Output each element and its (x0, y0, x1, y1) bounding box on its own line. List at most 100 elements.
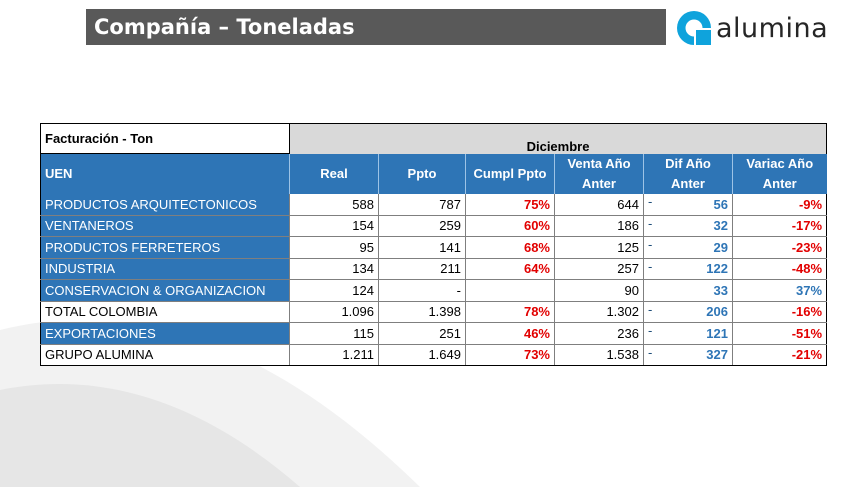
variac-cell: -21% (731, 344, 828, 366)
col-dif-line1: Dif Año (665, 155, 711, 171)
uen-name-cell: INDUSTRIA (40, 258, 290, 280)
col-venta-line1: Venta Año (567, 155, 631, 171)
ppto-cell: 1.398 (378, 301, 466, 323)
dif-value: 32 (713, 218, 728, 234)
uen-name-cell: PRODUCTOS ARQUITECTONICOS (40, 193, 290, 216)
dif-cell: - 29 (643, 236, 733, 259)
col-venta: Venta Año Anter (554, 153, 644, 194)
col-dif-line2: Anter (671, 175, 705, 191)
dif-value: 122 (706, 261, 728, 277)
real-cell: 124 (289, 279, 379, 302)
tonnage-table: Facturación - Ton Diciembre UEN Real Ppt… (40, 123, 828, 366)
variac-cell: -51% (731, 322, 828, 345)
cumpl-cell: 60% (465, 215, 555, 237)
venta-cell: 90 (554, 279, 644, 302)
cumpl-cell (465, 279, 555, 302)
uen-name-cell: GRUPO ALUMINA (40, 344, 290, 366)
page-title: Compañía – Toneladas (86, 9, 666, 45)
venta-cell: 125 (554, 236, 644, 259)
uen-name-cell: TOTAL COLOMBIA (40, 301, 290, 323)
real-cell: 1.096 (289, 301, 379, 323)
real-cell: 95 (289, 236, 379, 259)
dif-value: 33 (713, 282, 728, 298)
real-cell: 134 (289, 258, 379, 280)
ppto-cell: 211 (378, 258, 466, 280)
month-header: Diciembre (289, 123, 828, 154)
col-cumpl: Cumpl Ppto (465, 153, 555, 194)
table-row: PRODUCTOS FERRETEROS 95 141 68% 125- 29 -23% (40, 236, 828, 259)
table-row: CONSERVACION & ORGANIZACION 124- 90 33 37% (40, 279, 828, 302)
dif-cell: - 56 (643, 193, 733, 216)
variac-cell: -16% (731, 301, 828, 323)
venta-cell: 644 (554, 193, 644, 216)
table-row: GRUPO ALUMINA 1.211 1.649 73% 1.538- 327 -21% (40, 344, 828, 366)
dif-value: 206 (706, 304, 728, 320)
cumpl-cell: 68% (465, 236, 555, 259)
dif-cell: - 32 (643, 215, 733, 237)
real-cell: 1.211 (289, 344, 379, 366)
dif-dash: - (648, 301, 653, 317)
variac-cell: -23% (731, 236, 828, 259)
uen-name-cell: EXPORTACIONES (40, 322, 290, 345)
dif-value: 29 (713, 239, 728, 255)
uen-name-cell: CONSERVACION & ORGANIZACION (40, 279, 290, 302)
uen-name-cell: VENTANEROS (40, 215, 290, 237)
cumpl-cell: 75% (465, 193, 555, 216)
dif-dash: - (648, 237, 653, 252)
cumpl-cell: 64% (465, 258, 555, 280)
venta-cell: 257 (554, 258, 644, 280)
alumina-logo-icon (677, 11, 711, 45)
real-cell: 115 (289, 322, 379, 345)
dif-value: 56 (713, 196, 728, 212)
cumpl-cell: 46% (465, 322, 555, 345)
dif-dash: - (648, 215, 653, 231)
col-venta-line2: Anter (582, 175, 616, 191)
venta-cell: 1.302 (554, 301, 644, 323)
col-var: Variac Año Anter (731, 153, 827, 194)
ppto-cell: - (378, 279, 466, 302)
dif-cell: 33 (643, 279, 733, 302)
dif-dash: - (648, 258, 653, 274)
real-cell: 154 (289, 215, 379, 237)
variac-cell: -9% (731, 193, 828, 216)
dif-value: 327 (706, 347, 728, 363)
col-var-line1: Variac Año (746, 155, 814, 171)
logo-text: alumina (716, 12, 829, 44)
table-row: INDUSTRIA 134 211 64% 257- 122 -48% (40, 258, 828, 280)
dif-cell: - 121 (643, 322, 733, 345)
venta-cell: 1.538 (554, 344, 644, 366)
col-ppto: Ppto (378, 153, 466, 194)
cumpl-cell: 78% (465, 301, 555, 323)
uen-header: UEN (40, 153, 290, 194)
ppto-cell: 251 (378, 322, 466, 345)
table-row: PRODUCTOS ARQUITECTONICOS 588 787 75% 644- 56… (40, 193, 828, 216)
dif-cell: - 327 (643, 344, 733, 366)
cumpl-cell: 73% (465, 344, 555, 366)
ppto-cell: 787 (378, 193, 466, 216)
table-row: VENTANEROS 154 259 60% 186- 32 -17% (40, 215, 828, 237)
table-body: PRODUCTOS ARQUITECTONICOS 588 787 75% 644-56… (40, 193, 828, 366)
header-label: Facturación - Ton (40, 123, 290, 154)
table-header-row-2: UEN Real Ppto Cumpl Ppto Venta Año Anter … (40, 153, 827, 194)
ppto-cell: 259 (378, 215, 466, 237)
dif-cell: - 206 (643, 301, 733, 323)
col-real: Real (289, 153, 379, 194)
variac-cell: -48% (731, 258, 828, 280)
venta-cell: 186 (554, 215, 644, 237)
real-cell: 588 (289, 193, 379, 216)
uen-name-cell: PRODUCTOS FERRETEROS (40, 236, 290, 259)
dif-dash: - (648, 344, 653, 360)
dif-dash: - (648, 323, 653, 338)
col-var-line2: Anter (762, 175, 797, 191)
col-dif: Dif Año Anter (643, 153, 733, 194)
ppto-cell: 141 (378, 236, 466, 259)
alumina-logo: alumina (676, 8, 828, 48)
variac-cell: 37% (731, 279, 828, 302)
table-header-row-1: Facturación - Ton Diciembre (40, 123, 828, 154)
dif-value: 121 (706, 325, 728, 341)
variac-cell: -17% (731, 215, 828, 237)
dif-dash: - (648, 193, 653, 209)
table-row: TOTAL COLOMBIA 1.096 1.398 78% 1.302- 206 -16% (40, 301, 828, 323)
table-row: EXPORTACIONES 115 251 46% 236- 121 -51% (40, 322, 828, 345)
venta-cell: 236 (554, 322, 644, 345)
